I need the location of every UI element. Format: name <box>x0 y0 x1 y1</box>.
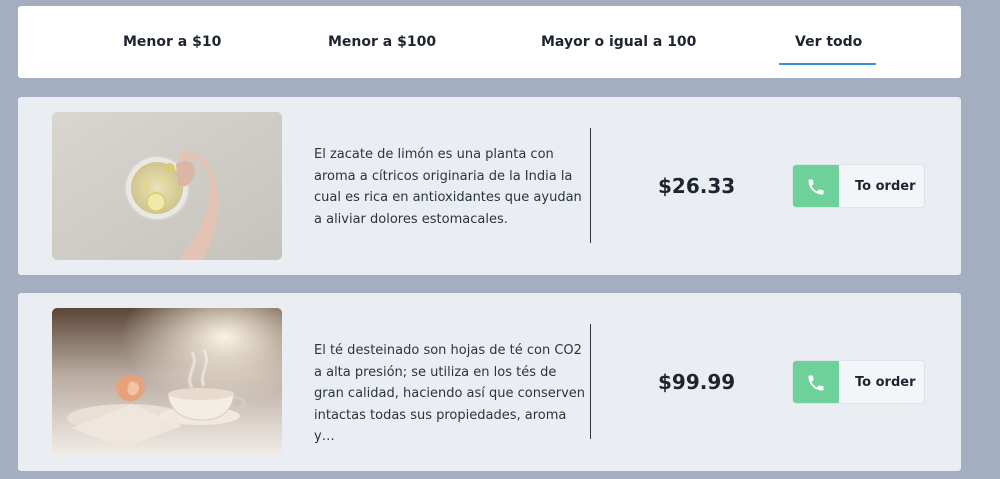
phone-icon <box>793 165 839 207</box>
tab-menor-100[interactable]: Menor a $100 <box>328 34 436 50</box>
product-price: $26.33 <box>658 174 736 198</box>
product-card: El té desteinado son hojas de té con CO2… <box>18 293 961 471</box>
lemongrass-tea-photo <box>52 112 282 260</box>
tab-mayor-100[interactable]: Mayor o igual a 100 <box>541 34 696 50</box>
decaf-tea-photo <box>52 308 282 456</box>
order-button-label: To order <box>855 179 916 194</box>
product-description: El té desteinado son hojas de té con CO2… <box>314 343 586 444</box>
product-price: $99.99 <box>658 370 736 394</box>
tab-menor-10[interactable]: Menor a $10 <box>123 34 221 50</box>
filter-nav: Menor a $10 Menor a $100 Mayor o igual a… <box>18 6 961 78</box>
product-card: El zacate de limón es una planta con aro… <box>18 97 961 275</box>
product-description: El zacate de limón es una planta con aro… <box>314 147 582 227</box>
divider <box>590 324 591 439</box>
order-button[interactable]: To order <box>792 164 925 208</box>
tab-ver-todo[interactable]: Ver todo <box>778 34 877 65</box>
order-button[interactable]: To order <box>792 360 925 404</box>
order-button-label: To order <box>855 375 916 390</box>
divider <box>590 128 591 243</box>
phone-icon <box>793 361 839 403</box>
